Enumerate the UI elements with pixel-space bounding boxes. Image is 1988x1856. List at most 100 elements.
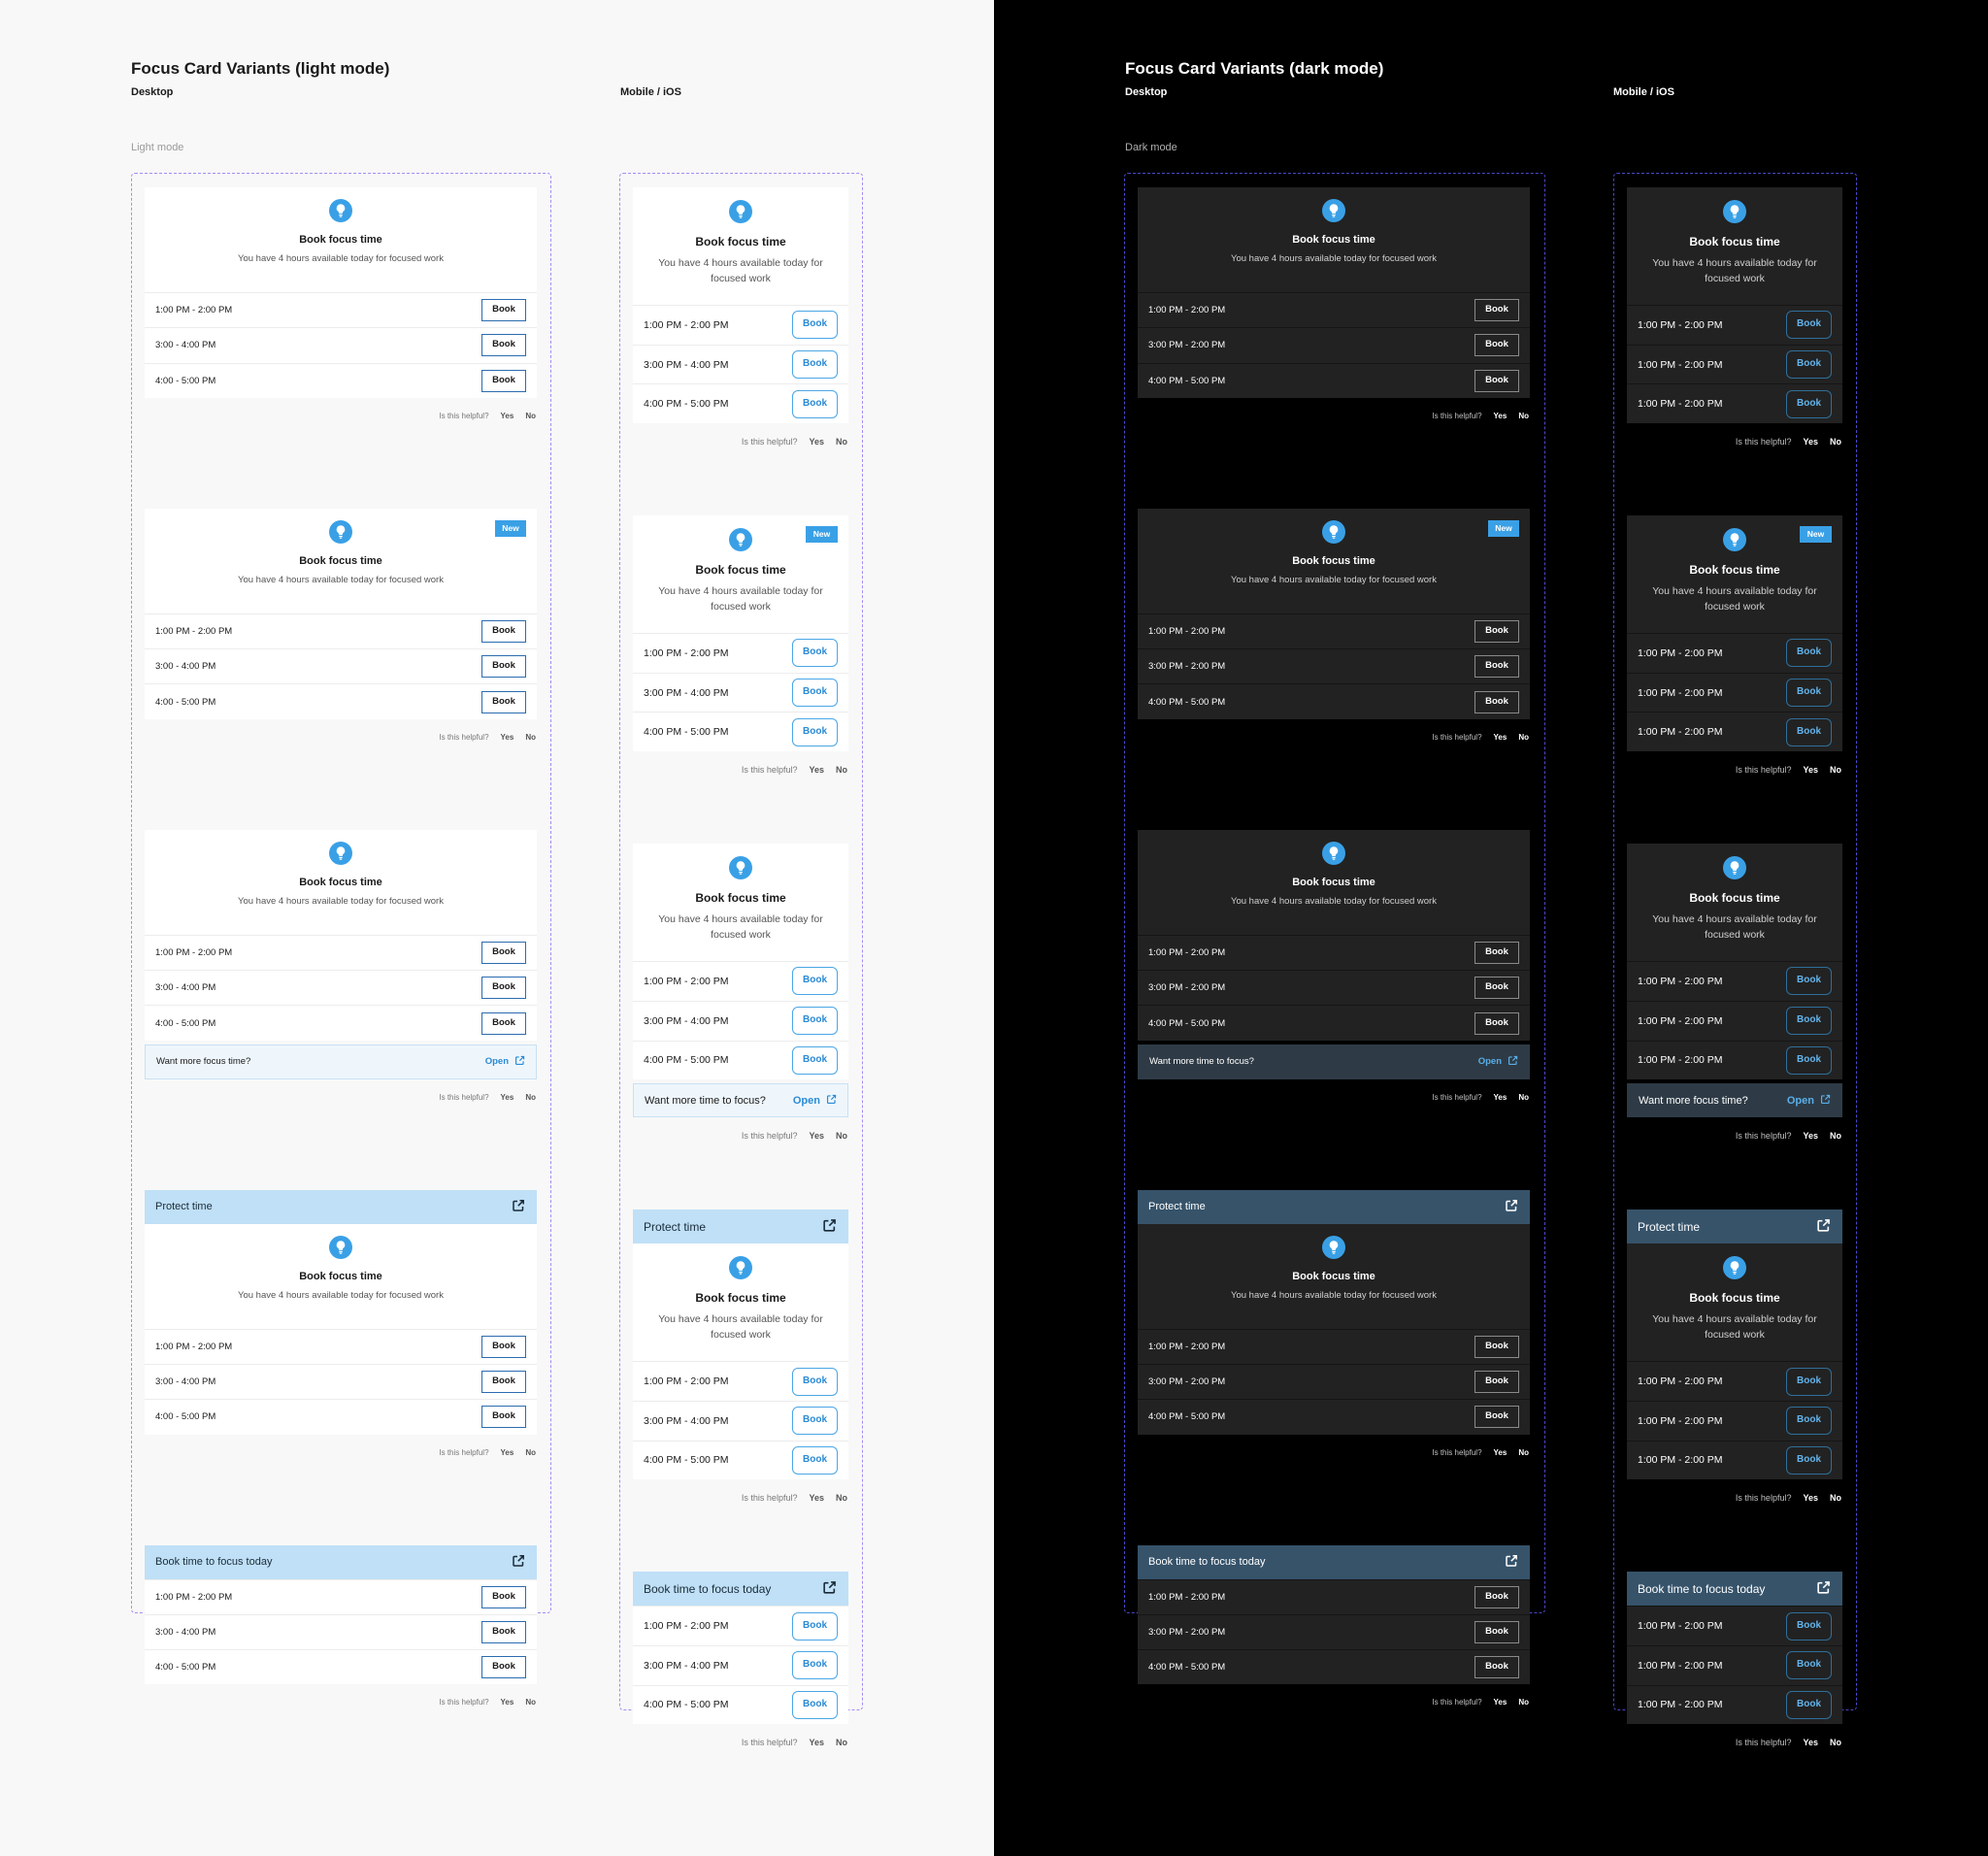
book-button[interactable]: Book	[481, 1656, 526, 1679]
feedback-no-button[interactable]: No	[836, 1493, 847, 1503]
book-button[interactable]: Book	[481, 1011, 526, 1035]
book-button[interactable]: Book	[792, 1611, 838, 1641]
book-button[interactable]: Book	[792, 350, 838, 380]
book-button[interactable]: Book	[481, 620, 526, 644]
feedback-yes-button[interactable]: Yes	[1494, 412, 1508, 420]
book-button[interactable]: Book	[1474, 620, 1519, 644]
book-button[interactable]: Book	[792, 679, 838, 708]
feedback-no-button[interactable]: No	[525, 1698, 536, 1707]
feedback-no-button[interactable]: No	[836, 437, 847, 447]
feedback-no-button[interactable]: No	[525, 733, 536, 742]
feedback-yes-button[interactable]: Yes	[501, 733, 514, 742]
feedback-yes-button[interactable]: Yes	[809, 765, 824, 775]
feedback-no-button[interactable]: No	[525, 1093, 536, 1102]
book-button[interactable]: Book	[1474, 655, 1519, 679]
card-header-bar[interactable]: Protect time	[145, 1189, 537, 1224]
book-button[interactable]: Book	[1474, 1371, 1519, 1394]
external-link-icon[interactable]	[512, 1199, 525, 1215]
feedback-no-button[interactable]: No	[525, 412, 536, 420]
book-button[interactable]: Book	[1786, 1007, 1832, 1036]
book-button[interactable]: Book	[792, 389, 838, 418]
feedback-yes-button[interactable]: Yes	[1803, 1738, 1818, 1747]
card-header-bar[interactable]: Book time to focus today	[633, 1572, 848, 1607]
book-button[interactable]: Book	[1474, 690, 1519, 713]
book-button[interactable]: Book	[792, 967, 838, 996]
book-button[interactable]: Book	[481, 690, 526, 713]
book-button[interactable]: Book	[481, 334, 526, 357]
feedback-no-button[interactable]: No	[1518, 1448, 1529, 1457]
book-button[interactable]: Book	[1474, 299, 1519, 322]
card-header-bar[interactable]: Protect time	[633, 1210, 848, 1244]
book-button[interactable]: Book	[792, 639, 838, 668]
feedback-yes-button[interactable]: Yes	[501, 1448, 514, 1457]
book-button[interactable]: Book	[481, 1621, 526, 1643]
book-button[interactable]: Book	[1786, 967, 1832, 996]
feedback-no-button[interactable]: No	[836, 1131, 847, 1141]
card-header-bar[interactable]: Book time to focus today	[1138, 1544, 1530, 1579]
book-button[interactable]: Book	[1474, 1335, 1519, 1358]
book-button[interactable]: Book	[1786, 717, 1832, 746]
book-button[interactable]: Book	[1474, 977, 1519, 1000]
book-button[interactable]: Book	[792, 1445, 838, 1475]
feedback-yes-button[interactable]: Yes	[501, 1093, 514, 1102]
feedback-no-button[interactable]: No	[525, 1448, 536, 1457]
feedback-no-button[interactable]: No	[836, 1738, 847, 1747]
book-button[interactable]: Book	[1786, 639, 1832, 668]
open-link[interactable]: Open	[793, 1094, 837, 1108]
book-button[interactable]: Book	[1786, 679, 1832, 708]
feedback-no-button[interactable]: No	[1518, 1093, 1529, 1102]
book-button[interactable]: Book	[792, 1407, 838, 1436]
feedback-yes-button[interactable]: Yes	[809, 1738, 824, 1747]
feedback-yes-button[interactable]: Yes	[1803, 1493, 1818, 1503]
feedback-no-button[interactable]: No	[1830, 1493, 1841, 1503]
book-button[interactable]: Book	[1786, 311, 1832, 340]
feedback-yes-button[interactable]: Yes	[1494, 1093, 1508, 1102]
external-link-icon[interactable]	[1505, 1199, 1518, 1215]
book-button[interactable]: Book	[1474, 334, 1519, 357]
book-button[interactable]: Book	[1786, 1407, 1832, 1436]
feedback-yes-button[interactable]: Yes	[1803, 1131, 1818, 1141]
external-link-icon[interactable]	[1816, 1218, 1831, 1236]
feedback-yes-button[interactable]: Yes	[501, 412, 514, 420]
external-link-icon[interactable]	[512, 1554, 525, 1571]
feedback-yes-button[interactable]: Yes	[1803, 765, 1818, 775]
external-link-icon[interactable]	[822, 1580, 837, 1598]
external-link-icon[interactable]	[822, 1218, 837, 1236]
feedback-no-button[interactable]: No	[1518, 733, 1529, 742]
feedback-yes-button[interactable]: Yes	[1494, 1448, 1508, 1457]
open-link[interactable]: Open	[1478, 1055, 1518, 1069]
book-button[interactable]: Book	[1786, 1651, 1832, 1680]
book-button[interactable]: Book	[792, 1367, 838, 1396]
book-button[interactable]: Book	[1474, 1585, 1519, 1608]
feedback-no-button[interactable]: No	[1830, 765, 1841, 775]
book-button[interactable]: Book	[481, 655, 526, 679]
book-button[interactable]: Book	[481, 977, 526, 1000]
book-button[interactable]: Book	[1786, 389, 1832, 418]
book-button[interactable]: Book	[1474, 369, 1519, 392]
book-button[interactable]: Book	[1474, 1406, 1519, 1429]
book-button[interactable]: Book	[481, 1335, 526, 1358]
book-button[interactable]: Book	[1786, 350, 1832, 380]
feedback-no-button[interactable]: No	[1830, 437, 1841, 447]
book-button[interactable]: Book	[1786, 1367, 1832, 1396]
feedback-yes-button[interactable]: Yes	[809, 437, 824, 447]
feedback-yes-button[interactable]: Yes	[809, 1493, 824, 1503]
book-button[interactable]: Book	[481, 1406, 526, 1429]
book-button[interactable]: Book	[481, 1371, 526, 1394]
book-button[interactable]: Book	[1474, 1656, 1519, 1679]
book-button[interactable]: Book	[1786, 1611, 1832, 1641]
book-button[interactable]: Book	[481, 369, 526, 392]
feedback-yes-button[interactable]: Yes	[501, 1698, 514, 1707]
book-button[interactable]: Book	[1474, 1621, 1519, 1643]
book-button[interactable]: Book	[792, 311, 838, 340]
feedback-yes-button[interactable]: Yes	[1494, 733, 1508, 742]
card-header-bar[interactable]: Book time to focus today	[1627, 1572, 1842, 1607]
feedback-no-button[interactable]: No	[836, 765, 847, 775]
book-button[interactable]: Book	[792, 1690, 838, 1719]
book-button[interactable]: Book	[1474, 941, 1519, 964]
card-header-bar[interactable]: Protect time	[1138, 1189, 1530, 1224]
book-button[interactable]: Book	[1474, 1011, 1519, 1035]
book-button[interactable]: Book	[1786, 1045, 1832, 1075]
feedback-no-button[interactable]: No	[1830, 1738, 1841, 1747]
book-button[interactable]: Book	[1786, 1690, 1832, 1719]
